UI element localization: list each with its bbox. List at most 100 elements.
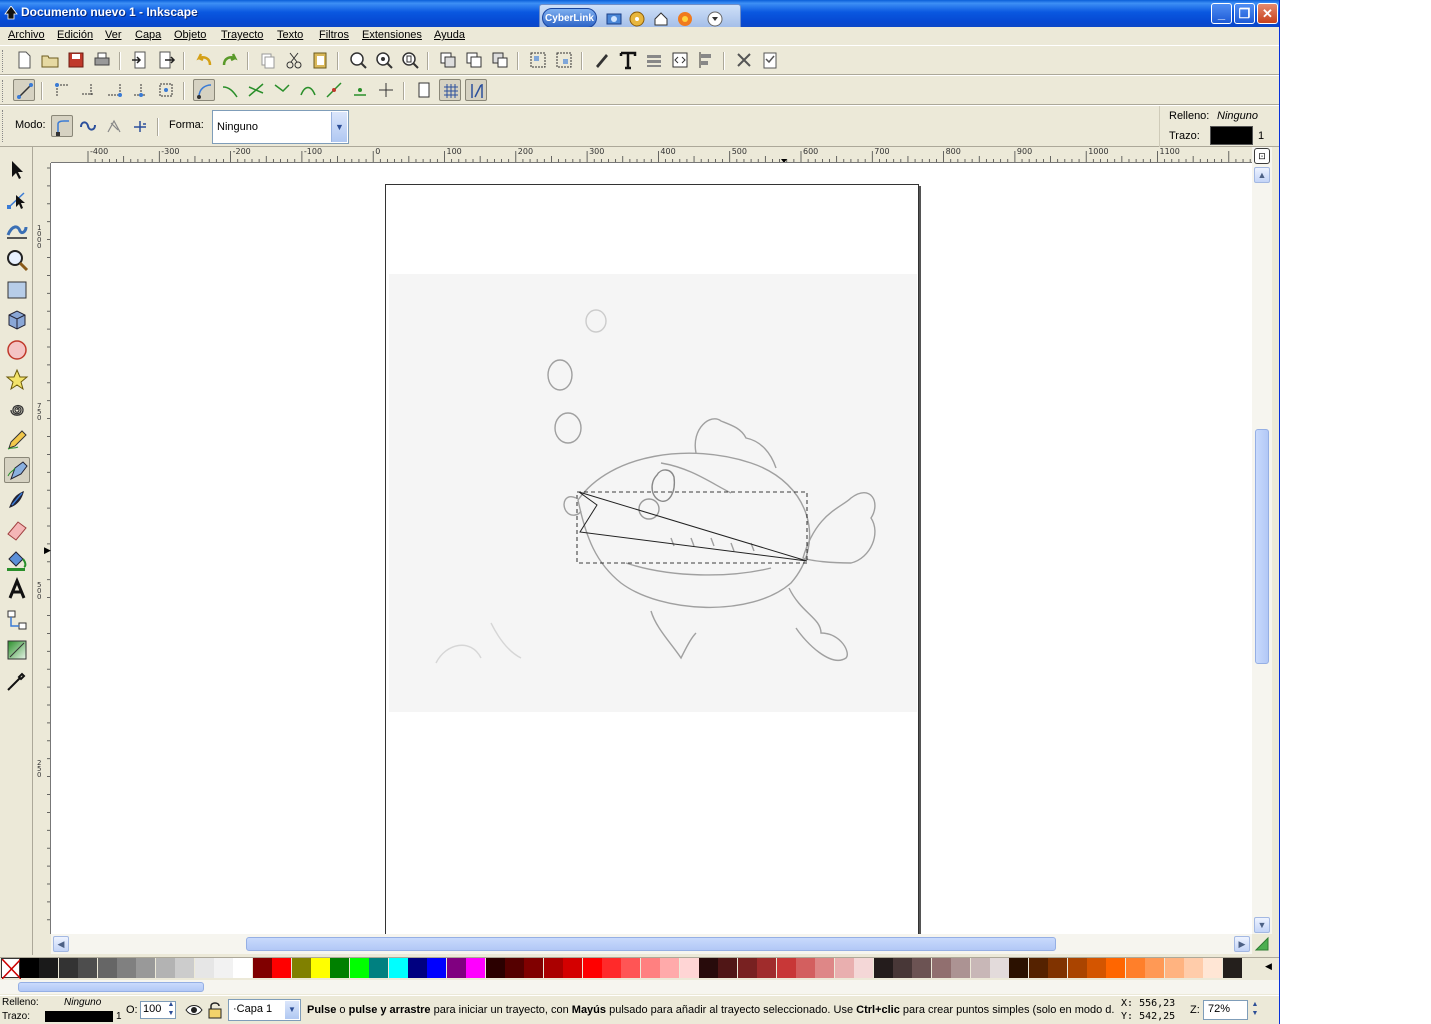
undo-icon[interactable] xyxy=(193,49,215,71)
color-swatch[interactable] xyxy=(78,958,98,978)
color-swatch[interactable] xyxy=(854,958,874,978)
color-swatch[interactable] xyxy=(543,958,563,978)
menu-filtros[interactable]: Filtros xyxy=(319,29,349,41)
toolbox-expand-icon[interactable]: ▶ xyxy=(44,545,51,556)
xml-tags-icon[interactable] xyxy=(669,49,691,71)
color-swatch[interactable] xyxy=(466,958,486,978)
fill-value[interactable]: Ninguno xyxy=(1217,110,1258,122)
clone-icon[interactable] xyxy=(463,49,485,71)
snap-grid-icon[interactable] xyxy=(439,79,461,101)
snap-bbox-icon[interactable] xyxy=(51,79,73,101)
color-swatch[interactable] xyxy=(97,958,117,978)
snap-midpoints-icon[interactable] xyxy=(323,79,345,101)
snap-bbox-corner-icon[interactable] xyxy=(103,79,125,101)
menu-archivo[interactable]: Archivo xyxy=(8,29,45,41)
zoom-spin-down-icon[interactable]: ▼ xyxy=(1250,1010,1260,1017)
snap-bbox-midpoint-icon[interactable] xyxy=(129,79,151,101)
color-swatch[interactable] xyxy=(1222,958,1242,978)
mode-paraxial-icon[interactable] xyxy=(129,115,151,137)
color-swatch[interactable] xyxy=(117,958,136,978)
color-swatch[interactable] xyxy=(388,958,408,978)
zoom-icon[interactable] xyxy=(4,247,30,273)
snap-smooth-nodes-icon[interactable] xyxy=(297,79,319,101)
minimize-button[interactable]: _ xyxy=(1211,3,1232,24)
redo-icon[interactable] xyxy=(219,49,241,71)
color-swatch[interactable] xyxy=(175,958,195,978)
scroll-down-icon[interactable]: ▼ xyxy=(1254,917,1270,933)
vertical-scroll-thumb[interactable] xyxy=(1255,429,1269,664)
layer-lock-icon[interactable] xyxy=(207,1000,223,1020)
color-swatch[interactable] xyxy=(349,958,369,978)
color-swatch[interactable] xyxy=(427,958,447,978)
menu-objeto[interactable]: Objeto xyxy=(174,29,206,41)
color-swatch[interactable] xyxy=(485,958,505,978)
snap-bbox-edge-icon[interactable] xyxy=(77,79,99,101)
color-swatch[interactable] xyxy=(582,958,602,978)
duplicate-icon[interactable] xyxy=(437,49,459,71)
horizontal-ruler[interactable]: -400 -300 -200 -100 0 100 200 300 400 500 600 700 80… xyxy=(51,147,1252,163)
menu-ver[interactable]: Ver xyxy=(105,29,122,41)
menu-capa[interactable]: Capa xyxy=(135,29,161,41)
fill-stroke-icon[interactable] xyxy=(591,49,613,71)
zoom-lock-icon[interactable]: ⊡ xyxy=(1254,148,1270,164)
open-folder-icon[interactable] xyxy=(39,49,61,71)
menu-ayuda[interactable]: Ayuda xyxy=(434,29,465,41)
toolbar-grip[interactable] xyxy=(2,50,5,72)
color-swatch[interactable] xyxy=(1164,958,1184,978)
eraser-icon[interactable] xyxy=(4,517,30,543)
color-swatch[interactable] xyxy=(1087,958,1106,978)
color-swatch[interactable] xyxy=(602,958,621,978)
gradient-icon[interactable] xyxy=(4,637,30,663)
color-swatch[interactable] xyxy=(39,958,59,978)
color-swatch[interactable] xyxy=(1009,958,1029,978)
ungroup-icon[interactable] xyxy=(553,49,575,71)
color-swatch[interactable] xyxy=(1028,958,1048,978)
vertical-scrollbar[interactable]: ⊡ ▲ ▼ xyxy=(1252,147,1272,934)
zoom-input[interactable]: 72% xyxy=(1203,1000,1248,1020)
snap-object-centers-icon[interactable] xyxy=(349,79,371,101)
no-paint-swatch[interactable] xyxy=(1,958,22,980)
color-swatch[interactable] xyxy=(970,958,990,978)
box-3d-icon[interactable] xyxy=(4,307,30,333)
color-swatch[interactable] xyxy=(660,958,680,978)
spin-up-icon[interactable]: ▲ xyxy=(166,1001,176,1008)
color-manage-icon[interactable] xyxy=(1252,934,1272,954)
color-swatch[interactable] xyxy=(194,958,214,978)
calligraphy-icon[interactable] xyxy=(4,487,30,513)
spiral-icon[interactable] xyxy=(4,397,30,423)
palette-menu-icon[interactable]: ◀ xyxy=(1265,961,1272,972)
color-swatch[interactable] xyxy=(233,958,253,978)
connector-icon[interactable] xyxy=(4,607,30,633)
color-swatch[interactable] xyxy=(893,958,912,978)
color-swatch[interactable] xyxy=(272,958,292,978)
cut-icon[interactable] xyxy=(283,49,305,71)
snap-paths-icon[interactable] xyxy=(219,79,241,101)
drawing-area[interactable] xyxy=(51,163,1252,934)
export-icon[interactable] xyxy=(155,49,177,71)
color-swatch[interactable] xyxy=(1184,958,1203,978)
menu-edicion[interactable]: Edición xyxy=(57,29,93,41)
mode-spiro-icon[interactable] xyxy=(77,115,99,137)
paste-icon[interactable] xyxy=(309,49,331,71)
color-swatch[interactable] xyxy=(1145,958,1165,978)
color-swatch[interactable] xyxy=(737,958,757,978)
scroll-up-icon[interactable]: ▲ xyxy=(1254,167,1270,183)
color-swatch[interactable] xyxy=(58,958,78,978)
color-swatch[interactable] xyxy=(291,958,311,978)
node-editor-icon[interactable] xyxy=(4,187,30,213)
snap-bbox-center-icon[interactable] xyxy=(155,79,177,101)
color-swatch[interactable] xyxy=(563,958,583,978)
color-swatch[interactable] xyxy=(1067,958,1087,978)
selector-arrow-icon[interactable] xyxy=(4,157,30,183)
scroll-right-icon[interactable]: ▶ xyxy=(1234,936,1250,952)
color-swatch[interactable] xyxy=(369,958,389,978)
horizontal-scroll-thumb[interactable] xyxy=(246,937,1056,951)
color-swatch[interactable] xyxy=(1125,958,1145,978)
zoom-drawing-icon[interactable] xyxy=(373,49,395,71)
color-swatch[interactable] xyxy=(718,958,738,978)
cyberlink-dropdown-icon[interactable] xyxy=(707,11,723,27)
spin-down-icon[interactable]: ▼ xyxy=(166,1010,176,1017)
align-distribute-icon[interactable] xyxy=(695,49,717,71)
menu-extensiones[interactable]: Extensiones xyxy=(362,29,422,41)
copy-icon[interactable] xyxy=(257,49,279,71)
